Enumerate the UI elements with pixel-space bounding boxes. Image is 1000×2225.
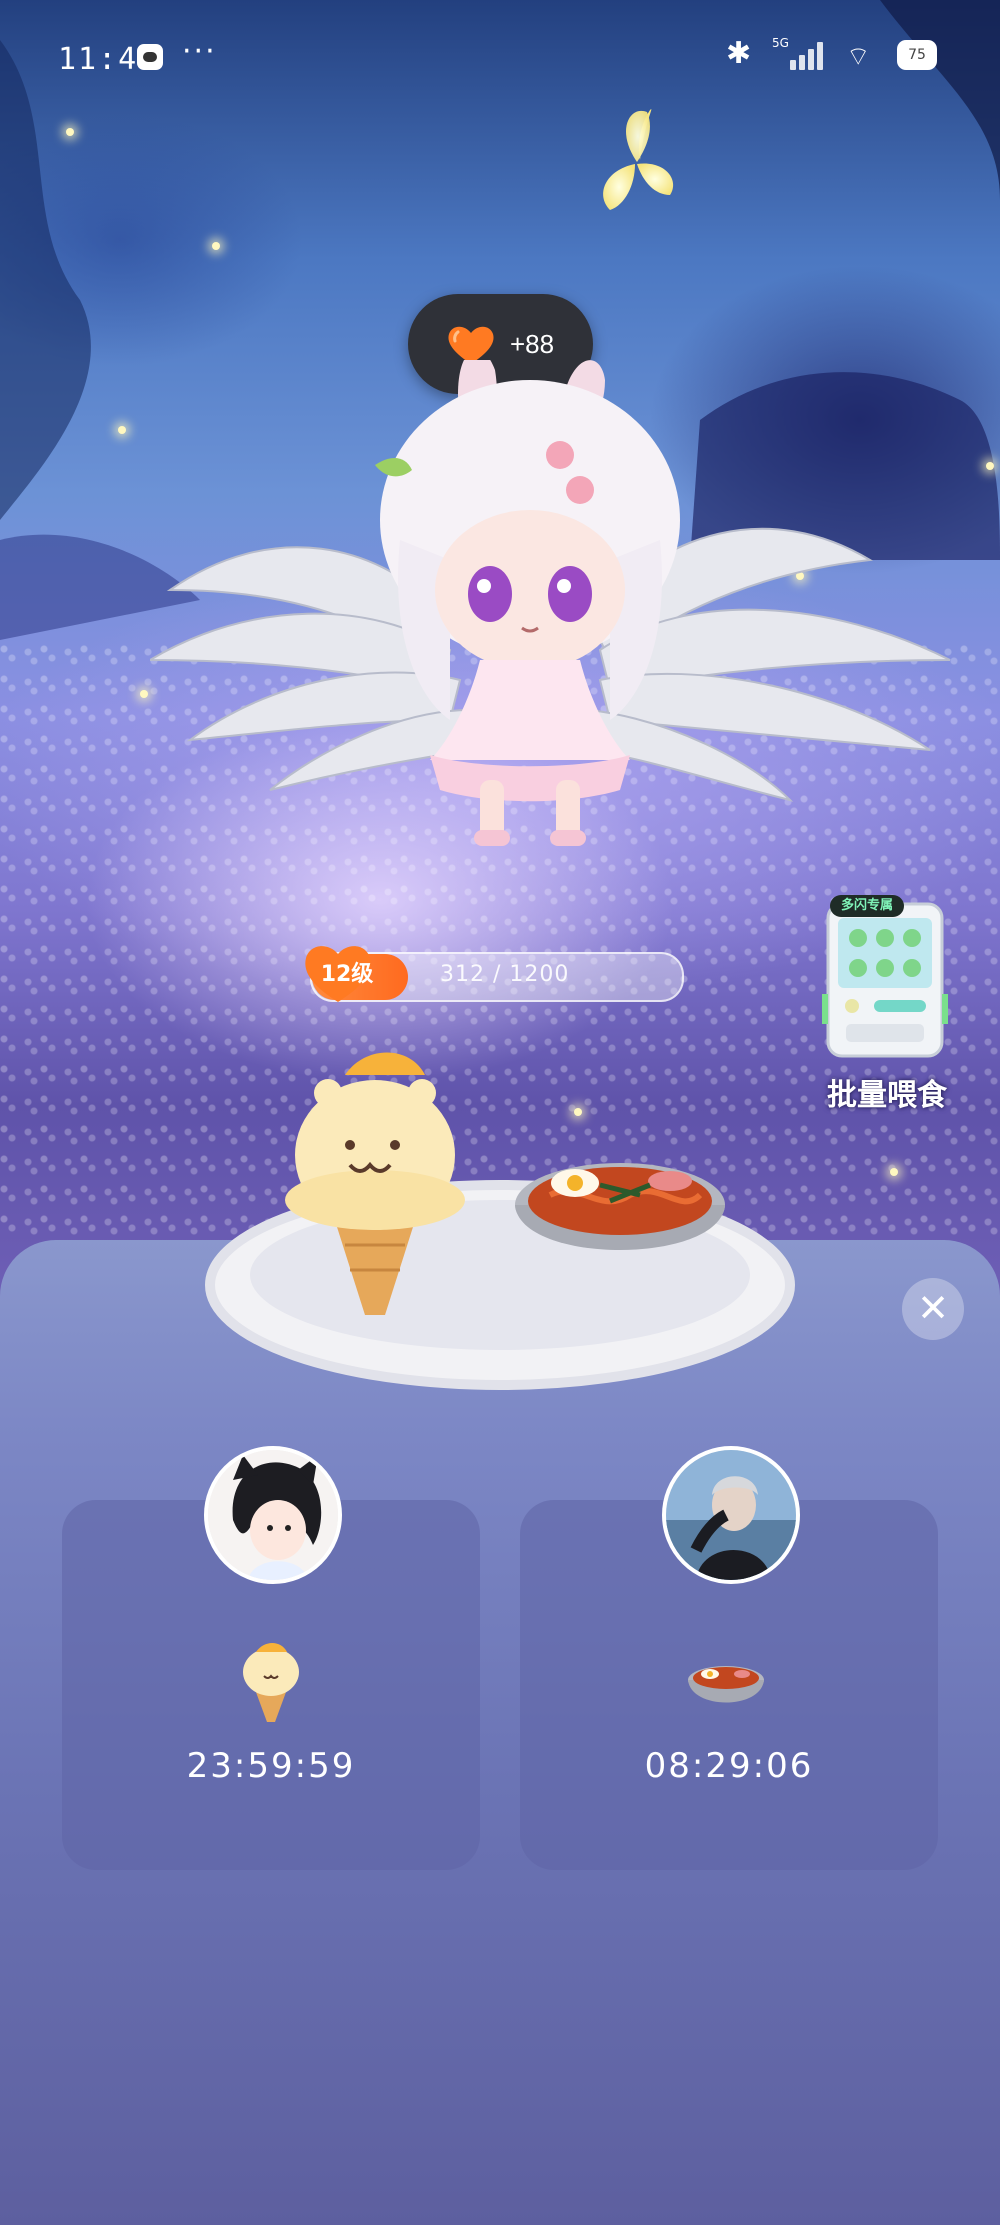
close-button[interactable]: ✕	[902, 1278, 964, 1340]
sparkle	[118, 426, 126, 434]
level-label: 12级	[320, 962, 374, 987]
exclusive-badge: 多闪专属	[830, 895, 904, 917]
battery-icon: 75	[897, 40, 937, 70]
sparkle	[212, 242, 220, 250]
noodle-bowl-icon	[688, 1666, 764, 1703]
feed-timer-2: 08:29:06	[644, 1746, 814, 1786]
food-plate	[205, 1052, 795, 1390]
batch-feed-button[interactable]: 批量喂食	[812, 1070, 962, 1114]
level-progress-text: 312 / 1200	[440, 962, 570, 987]
sparkle	[890, 1168, 898, 1176]
bluetooth-icon: ✱	[726, 36, 752, 71]
wifi-icon: ⌔	[846, 42, 871, 72]
feed-timer-1: 23:59:59	[186, 1746, 356, 1786]
sparkle	[66, 128, 74, 136]
reward-value: +88	[510, 329, 555, 359]
message-app-icon	[137, 44, 163, 70]
status-bar: 11:41 ··· ✱ 5G ⌔ 75	[0, 0, 1000, 110]
pet-character[interactable]	[150, 360, 980, 900]
avatar-1[interactable]	[204, 1446, 342, 1584]
more-notifications-icon: ···	[182, 34, 217, 69]
butterfly-icon	[603, 109, 674, 210]
signal-icon	[770, 40, 826, 70]
noodle-bowl-food	[515, 1163, 725, 1250]
vending-machine-icon[interactable]	[822, 894, 948, 1064]
avatar-2[interactable]	[662, 1446, 800, 1584]
ice-cream-icon	[243, 1643, 299, 1722]
sparkle	[986, 462, 994, 470]
sparkle	[140, 690, 148, 698]
